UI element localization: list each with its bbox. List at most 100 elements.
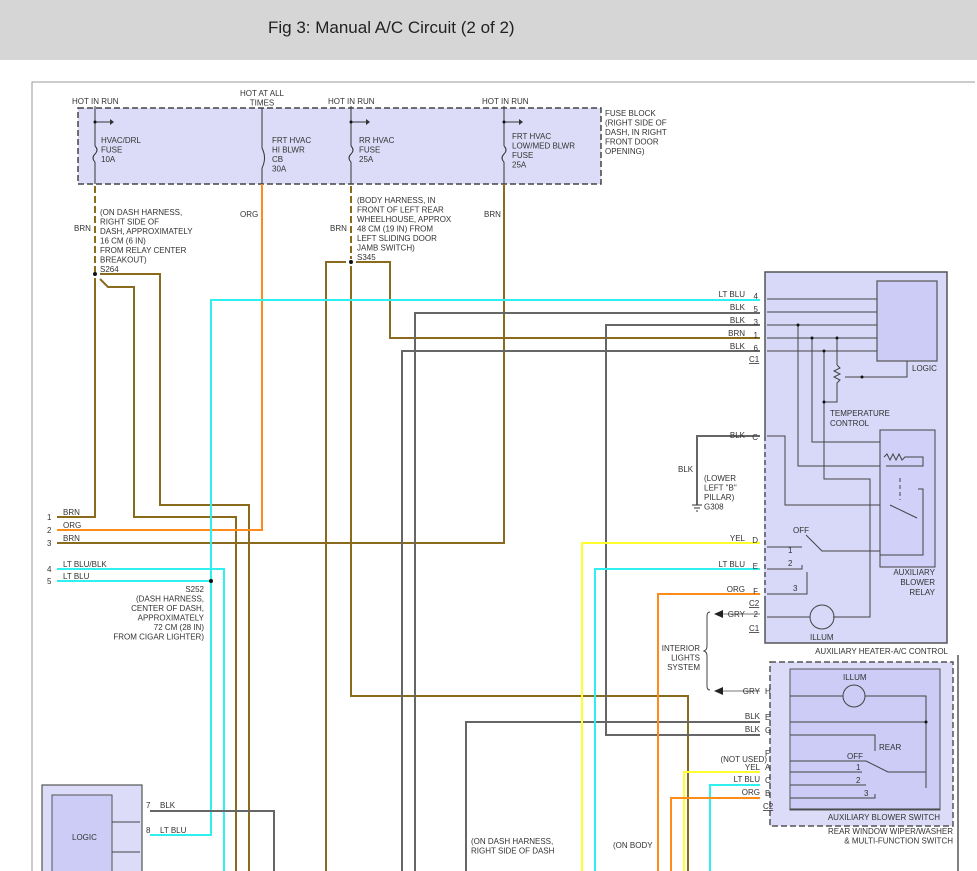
label: 2 xyxy=(788,559,793,568)
label: C2 xyxy=(763,802,774,811)
label: C xyxy=(752,433,758,442)
junction-dot xyxy=(93,120,97,124)
label: YEL xyxy=(730,534,746,543)
label: LT BLU xyxy=(160,826,187,835)
label: 3 xyxy=(864,789,869,798)
interior-lights-system-label: INTERIOR LIGHTS SYSTEM xyxy=(662,644,701,672)
logic-label: LOGIC xyxy=(912,364,937,373)
text-line: FUSE xyxy=(359,146,380,155)
text-line: CONTROL xyxy=(830,419,870,428)
text-line: RIGHT SIDE OF xyxy=(100,218,159,227)
splice-dot xyxy=(209,579,213,583)
label: H xyxy=(765,687,771,696)
label: 2 xyxy=(856,776,861,785)
text-line: FROM CIGAR LIGHTER) xyxy=(113,633,204,642)
illum-label: ILLUM xyxy=(843,673,867,682)
text-line: 48 CM (19 IN) FROM xyxy=(357,225,433,234)
text-line: LIGHTS xyxy=(671,654,700,663)
text-line: DASH, IN RIGHT xyxy=(605,128,667,137)
text-line: LOW/MED BLWR xyxy=(512,142,575,151)
supply-label: HOT IN RUN xyxy=(72,97,119,106)
label: YEL xyxy=(745,763,761,772)
label: C xyxy=(765,776,771,785)
text-line: S252 xyxy=(185,585,204,594)
arrow-icon xyxy=(714,610,723,618)
text-line: (ON BODY xyxy=(613,841,653,850)
text-line: HI BLWR xyxy=(272,146,305,155)
auxiliary-blower-switch-label: AUXILIARY BLOWER SWITCH xyxy=(828,813,940,822)
text-line: HVAC/DRL xyxy=(101,136,141,145)
junction-dot xyxy=(822,349,826,353)
wire-label: BRN xyxy=(484,210,501,219)
label: E xyxy=(765,713,770,722)
wiring-diagram: FUSE BLOCK (RIGHT SIDE OF DASH, IN RIGHT FR… xyxy=(31,81,975,871)
rear-window-wiper-multifunction-switch: ILLUM REAR OFF 1 2 3 AUXILIARY BLOWER SW… xyxy=(720,661,954,846)
text-line: S264 xyxy=(100,265,119,274)
label: BLK xyxy=(160,801,176,810)
label: LT BLU/BLK xyxy=(63,560,107,569)
label: 2 xyxy=(47,526,52,535)
logic-module xyxy=(876,280,938,362)
left-connector: 1 BRN 2 ORG 3 BRN 4 LT BLU/BLK 5 LT BLU xyxy=(47,508,107,586)
text-line: JAMB SWITCH) xyxy=(357,244,415,253)
wires xyxy=(57,184,760,871)
label: 1 xyxy=(754,331,759,340)
text-line: TIMES xyxy=(250,99,274,108)
auxiliary-heater-ac-control: LOGIC TEMPERATURE CONTROL AUXILIARY BLOWER… xyxy=(678,271,949,656)
text-line: RIGHT SIDE OF DASH xyxy=(471,847,555,856)
text-line: PILLAR) xyxy=(704,493,735,502)
label: LT BLU xyxy=(719,290,746,299)
diagram-line xyxy=(879,429,936,568)
label: BLK xyxy=(745,712,761,721)
junction-dot xyxy=(810,336,814,340)
bottom-logic-module: LOGIC 7 BLK 8 LT BLU xyxy=(41,784,187,871)
text-line: G308 xyxy=(704,503,724,512)
label: 6 xyxy=(754,344,759,353)
text-line: FROM RELAY CENTER xyxy=(100,246,187,255)
label: ORG xyxy=(742,788,760,797)
label: 3 xyxy=(754,318,759,327)
label: BRN xyxy=(728,329,745,338)
label: BRN xyxy=(63,508,80,517)
illum-label: ILLUM xyxy=(810,633,834,642)
label: C2 xyxy=(749,599,760,608)
text-line: RELAY xyxy=(909,588,935,597)
splice-s345-note: (BODY HARNESS, IN FRONT OF LEFT REAR WHEEL… xyxy=(357,196,452,262)
wire-brn-s264-b xyxy=(99,278,237,871)
wire-label: ORG xyxy=(240,210,258,219)
text-line: CENTER OF DASH, xyxy=(131,604,204,613)
label: LT BLU xyxy=(734,775,761,784)
switch-off-label: OFF xyxy=(793,526,809,535)
label: 1 xyxy=(788,546,793,555)
wire-blk-c1-3 xyxy=(605,324,760,736)
brace-icon xyxy=(702,611,711,691)
text-line: FUSE xyxy=(101,146,122,155)
text-line: INTERIOR xyxy=(662,644,700,653)
text-line: (LOWER xyxy=(704,474,736,483)
text-line: FUSE xyxy=(512,151,533,160)
text-line: WHEELHOUSE, APPROX xyxy=(357,215,452,224)
label: 1 xyxy=(47,513,52,522)
label: GRY xyxy=(743,687,761,696)
off-label: OFF xyxy=(847,752,863,761)
rear-label: REAR xyxy=(879,743,901,752)
ground-icon xyxy=(692,504,702,512)
label: 8 xyxy=(146,826,151,835)
label: LOGIC xyxy=(72,833,97,842)
label: LT BLU xyxy=(719,560,746,569)
label: A xyxy=(765,763,771,772)
supply-label: HOT IN RUN xyxy=(482,97,529,106)
label: C1 xyxy=(749,624,760,633)
splice-s264-note: (ON DASH HARNESS, RIGHT SIDE OF DASH, APPR… xyxy=(100,208,193,274)
text-line: 16 CM (6 IN) xyxy=(100,237,146,246)
label: 4 xyxy=(754,292,759,301)
label: 1 xyxy=(856,763,861,772)
text-line: LEFT "B" xyxy=(704,484,737,493)
text-line: SYSTEM xyxy=(667,663,700,672)
label: BLK xyxy=(745,725,761,734)
text-line: (ON DASH HARNESS, xyxy=(471,837,553,846)
label: 3 xyxy=(47,539,52,548)
label: F xyxy=(765,749,770,758)
splice-dot xyxy=(349,260,353,264)
label: BRN xyxy=(63,534,80,543)
